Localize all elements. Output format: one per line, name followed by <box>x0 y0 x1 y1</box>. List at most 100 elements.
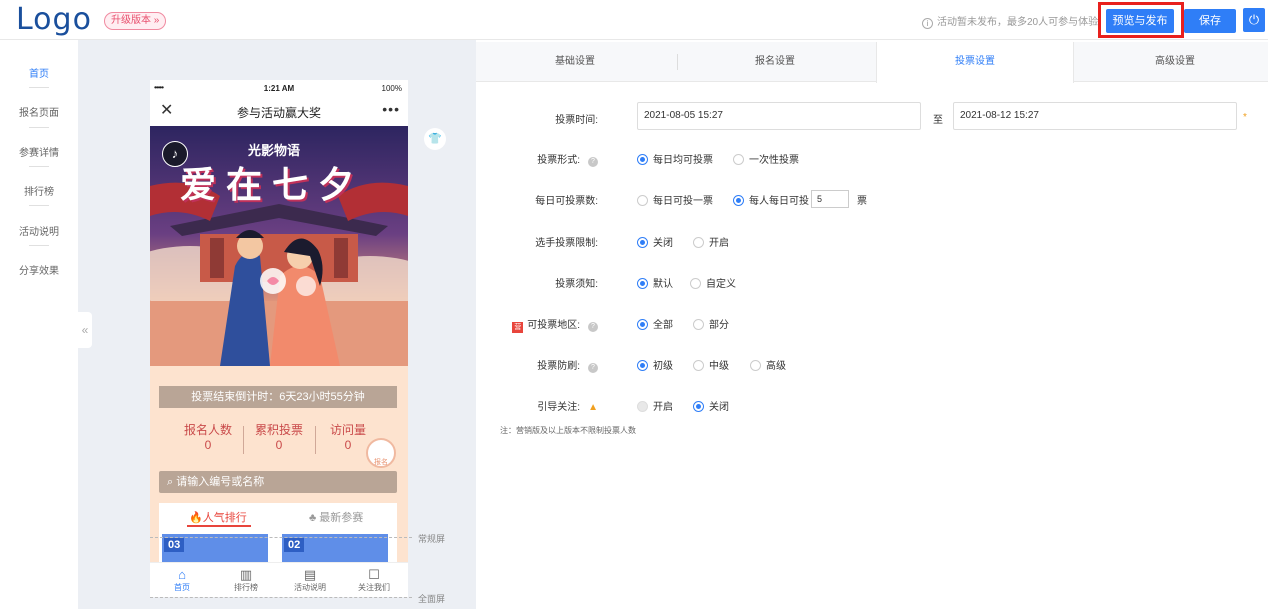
vote-unit: 票 <box>857 196 867 207</box>
radio-circle <box>693 401 704 412</box>
radio-label: 高级 <box>766 361 786 372</box>
sidebar-item-share-effect[interactable]: 分享效果 <box>0 262 78 277</box>
daily-vote-count-input[interactable]: 5 <box>811 190 849 208</box>
collapse-sidebar-icon[interactable]: « <box>78 312 92 348</box>
radio-label: 每人每日可投 <box>749 196 809 207</box>
divider <box>29 87 49 88</box>
entry-card[interactable]: 03 <box>162 534 268 564</box>
theme-shirt-icon[interactable]: 👕 <box>424 128 446 150</box>
countdown-bar: 投票结束倒计时：6天23小时55分钟 <box>159 386 397 408</box>
entry-card[interactable]: 02 <box>282 534 388 564</box>
upgrade-version-button[interactable]: 升级版本 » <box>104 12 167 30</box>
fire-icon: 🔥 <box>189 512 203 524</box>
status-time: 1:21 AM <box>263 84 295 93</box>
vote-form-label-text: 投票形式: <box>537 155 580 166</box>
help-icon[interactable]: ? <box>588 157 598 167</box>
radio-label: 每日可投一票 <box>653 196 713 207</box>
radio-fraud-advanced[interactable]: 高级 <box>750 357 786 372</box>
radio-region-partial[interactable]: 部分 <box>693 316 729 331</box>
tab-latest[interactable]: ♣ 最新参赛 <box>309 509 363 525</box>
tabbar-follow[interactable]: ☐ 关注我们 <box>342 567 406 593</box>
tab-popular[interactable]: 🔥人气排行 <box>189 509 247 525</box>
power-icon[interactable]: ⏻ <box>1243 8 1265 32</box>
vote-end-field[interactable]: 2021-08-12 15:27 <box>953 102 1237 130</box>
radio-label: 每日均可投票 <box>653 155 713 166</box>
sidebar-item-home[interactable]: 首页 <box>0 65 78 80</box>
tab-signup-settings[interactable]: 报名设置 <box>676 42 874 82</box>
radio-circle <box>733 154 744 165</box>
divider <box>29 166 49 167</box>
save-button[interactable]: 保存 <box>1184 9 1236 33</box>
tabbar-label: 首页 <box>174 583 190 592</box>
tabbar-home[interactable]: ⌂ 首页 <box>150 567 214 593</box>
divider <box>29 205 49 206</box>
radio-follow-on[interactable]: 开启 <box>637 398 673 413</box>
sidebar-item-activity-desc[interactable]: 活动说明 <box>0 223 78 238</box>
divider <box>29 127 49 128</box>
tabbar-label: 活动说明 <box>294 583 326 592</box>
help-icon[interactable]: ? <box>588 322 598 332</box>
radio-label: 关闭 <box>653 238 673 249</box>
radio-notice-custom[interactable]: 自定义 <box>690 275 736 290</box>
radio-circle <box>693 360 704 371</box>
normal-screen-marker: 常规屏 <box>418 534 446 544</box>
radio-limit-off[interactable]: 关闭 <box>637 234 673 249</box>
enroll-button[interactable]: 报名 <box>366 438 396 468</box>
phone-search-input[interactable]: ⌕ 请输入编号或名称 <box>159 471 397 493</box>
tab-latest-label: 最新参赛 <box>319 512 364 524</box>
phone-nav-bar: ✕ 参与活动赢大奖 ••• <box>150 96 408 126</box>
radio-label: 中级 <box>709 361 729 372</box>
tabbar-ranking[interactable]: ▥ 排行榜 <box>214 567 278 593</box>
radio-follow-off[interactable]: 关闭 <box>693 398 729 413</box>
vote-start-field[interactable]: 2021-08-05 15:27 <box>637 102 921 130</box>
anti-fraud-label: 投票防刷:? <box>458 357 598 373</box>
preview-publish-button[interactable]: 预览与发布 <box>1106 9 1174 33</box>
radio-per-person-daily[interactable]: 每人每日可投 <box>733 192 809 207</box>
contestant-limit-label: 选手投票限制: <box>535 238 598 249</box>
publish-notice: i 活动暂未发布，最多20人可参与体验 <box>922 13 1098 29</box>
radio-fraud-medium[interactable]: 中级 <box>693 357 729 372</box>
radio-notice-default[interactable]: 默认 <box>637 275 673 290</box>
required-mark: * <box>1243 112 1247 123</box>
radio-circle <box>750 360 761 371</box>
radio-label: 开启 <box>653 402 673 413</box>
tabbar-label: 关注我们 <box>358 583 390 592</box>
radio-limit-on[interactable]: 开启 <box>693 234 729 249</box>
warning-icon[interactable]: ▲ <box>588 402 598 413</box>
left-sidebar: 首页 报名页面 参赛详情 排行榜 活动说明 分享效果 <box>0 40 78 609</box>
full-screen-marker: 全面屏 <box>418 594 446 604</box>
radio-label: 部分 <box>709 320 729 331</box>
sidebar-item-ranking[interactable]: 排行榜 <box>0 183 78 198</box>
qixi-banner: ♪ 光影物语 爱在七夕 <box>150 126 408 366</box>
tabbar-activity-desc[interactable]: ▤ 活动说明 <box>278 567 342 593</box>
entry-rank: 03 <box>164 538 185 552</box>
more-icon[interactable]: ••• <box>382 101 400 117</box>
radio-circle <box>637 154 648 165</box>
radio-fraud-basic[interactable]: 初级 <box>637 357 673 372</box>
entry-rank: 02 <box>284 538 305 552</box>
bar-chart-icon: ▥ <box>239 567 253 582</box>
document-icon: ▤ <box>303 567 317 582</box>
divider <box>29 245 49 246</box>
guide-follow-label-text: 引导关注: <box>537 402 581 413</box>
sidebar-item-signup-page[interactable]: 报名页面 <box>0 104 78 119</box>
radio-daily-vote[interactable]: 每日均可投票 <box>637 151 713 166</box>
tab-basic-settings[interactable]: 基础设置 <box>476 42 674 82</box>
radio-circle <box>637 401 648 412</box>
help-icon[interactable]: ? <box>588 363 598 373</box>
tab-advanced-settings[interactable]: 高级设置 <box>1076 42 1268 82</box>
logo[interactable]: Logo <box>16 2 92 37</box>
follow-icon: ☐ <box>368 567 380 582</box>
radio-label: 全部 <box>653 320 673 331</box>
daily-votes-label: 每日可投票数: <box>535 196 598 207</box>
stat-label: 访问量 <box>329 423 366 437</box>
radio-region-all[interactable]: 全部 <box>637 316 673 331</box>
home-icon: ⌂ <box>178 567 186 582</box>
tabbar-label: 排行榜 <box>234 583 258 592</box>
banner-title: 爱在七夕 <box>180 164 365 205</box>
sidebar-item-entry-details[interactable]: 参赛详情 <box>0 144 78 159</box>
radio-circle <box>637 237 648 248</box>
radio-one-time-vote[interactable]: 一次性投票 <box>733 151 799 166</box>
tab-vote-settings[interactable]: 投票设置 <box>876 42 1074 83</box>
radio-one-per-day[interactable]: 每日可投一票 <box>637 192 713 207</box>
